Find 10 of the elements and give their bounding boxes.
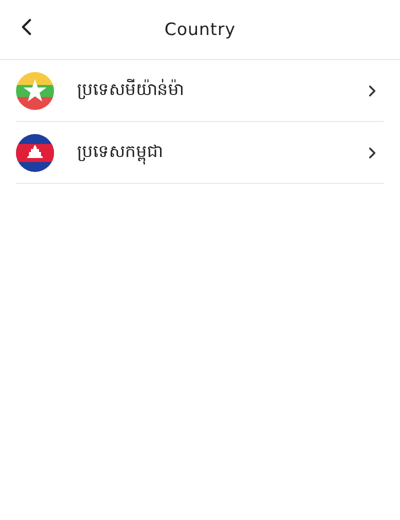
flag-icon bbox=[16, 72, 54, 110]
country-item[interactable]: ប្រទេសកម្ពុជា bbox=[16, 122, 384, 184]
flag-icon bbox=[16, 134, 54, 172]
chevron-right-icon bbox=[368, 146, 376, 158]
country-name: ប្រទេសមីយ៉ាន់ម៉ា bbox=[77, 78, 185, 102]
country-item[interactable]: ប្រទេសមីយ៉ាន់ម៉ា bbox=[16, 60, 384, 122]
chevron-right-icon bbox=[368, 84, 376, 96]
country-name: ប្រទេសកម្ពុជា bbox=[77, 140, 368, 165]
back-icon[interactable] bbox=[20, 18, 32, 36]
page-title: Country bbox=[164, 20, 236, 40]
